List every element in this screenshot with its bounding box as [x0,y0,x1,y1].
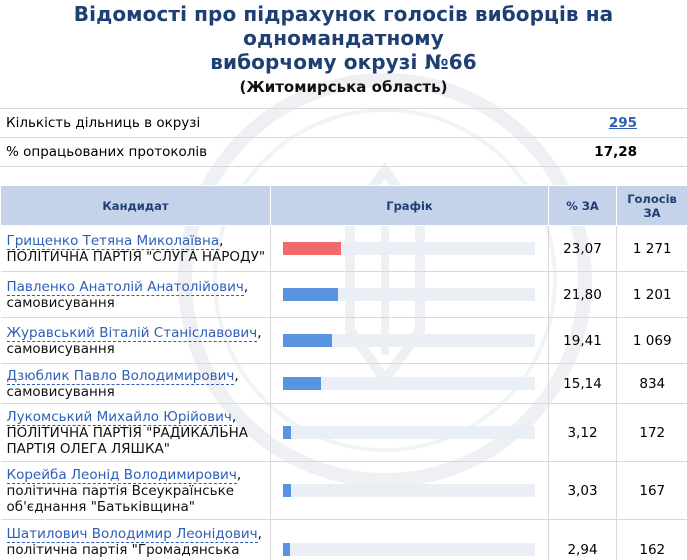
votes-cell: 172 [616,403,687,462]
graph-cell [270,271,549,318]
vote-bar [283,288,338,301]
candidate-party: політична партія Всеукраїнське об'єднанн… [6,482,235,515]
page-title: Відомості про підрахунок голосів виборці… [0,0,687,74]
vote-bar-track [283,543,535,556]
candidate-party: ПОЛІТИЧНА ПАРТІЯ "СЛУГА НАРОДУ" [6,248,266,265]
vote-bar [283,334,332,347]
percent-cell: 19,41 [548,317,617,364]
stations-value: 295 [547,115,687,131]
vote-bar [283,242,341,255]
table-row: Корейба Леонід Володимирович, політична п… [0,461,687,520]
percent-cell: 23,07 [548,225,617,272]
region-subtitle: (Житомирська область) [239,78,448,96]
votes-cell: 1 069 [616,317,687,364]
percent-cell: 2,94 [548,519,617,560]
candidate-party: самовисування [6,294,115,311]
vote-bar [283,484,291,497]
candidate-name-link[interactable]: Шатилович Володимир Леонідович [6,525,258,543]
vote-bar-track [283,377,535,390]
vote-bar [283,426,291,439]
percent-cell: 21,80 [548,271,617,318]
stations-link[interactable]: 295 [609,115,637,131]
title-line-1: Відомості про підрахунок голосів виборці… [73,2,614,50]
candidate-name-link[interactable]: Дзюблик Павло Володимирович [6,367,235,385]
results-table: Кандидат Графік % ЗА Голосів ЗА Грищенко… [0,185,687,560]
candidate-name-link[interactable]: Павленко Анатолій Анатолійович [6,278,244,296]
candidate-party: політична партія "Громадянська позиція" [6,541,240,560]
candidate-cell: Грищенко Тетяна Миколаївна, ПОЛІТИЧНА ПАР… [0,225,271,272]
table-row: Грищенко Тетяна Миколаївна, ПОЛІТИЧНА ПАР… [0,225,687,272]
candidate-name-link[interactable]: Корейба Леонід Володимирович [6,466,237,484]
vote-bar-track [283,426,535,439]
votes-cell: 167 [616,461,687,520]
vote-bar [283,543,290,556]
percent-cell: 15,14 [548,363,617,404]
table-row: Павленко Анатолій Анатолійович, самовисув… [0,271,687,318]
protocols-value: 17,28 [594,144,637,160]
candidate-cell: Журавський Віталій Станіславович, самовис… [0,317,271,364]
votes-header-line-1: Голосів [627,191,677,206]
candidate-party: ПОЛІТИЧНА ПАРТІЯ "РАДИКАЛЬНА ПАРТІЯ ОЛЕГ… [6,424,248,457]
candidate-cell: Павленко Анатолій Анатолійович, самовисув… [0,271,271,318]
percent-cell: 3,03 [548,461,617,520]
candidate-party: самовисування [6,340,115,357]
vote-bar-track [283,288,535,301]
votes-cell: 1 271 [616,225,687,272]
table-row: Дзюблик Павло Володимирович, самовисуванн… [0,363,687,404]
column-header-percent: % ЗА [548,185,617,226]
stations-label: Кількість дільниць в окрузі [6,115,201,131]
results-body: Грищенко Тетяна Миколаївна, ПОЛІТИЧНА ПАР… [0,225,687,560]
protocols-label: % опрацьованих протоколів [6,144,208,160]
protocols-row: % опрацьованих протоколів 17,28 [0,138,687,167]
candidate-cell: Дзюблик Павло Володимирович, самовисуванн… [0,363,271,404]
votes-cell: 162 [616,519,687,560]
table-row: Лукомський Михайло Юрійович, ПОЛІТИЧНА ПА… [0,403,687,462]
graph-cell [270,403,549,462]
table-row: Журавський Віталій Станіславович, самовис… [0,317,687,364]
vote-bar-track [283,242,535,255]
vote-bar-track [283,484,535,497]
column-header-candidate: Кандидат [0,185,271,226]
candidate-cell: Шатилович Володимир Леонідович, політична… [0,519,271,560]
votes-cell: 1 201 [616,271,687,318]
vote-bar-track [283,334,535,347]
candidate-cell: Лукомський Михайло Юрійович, ПОЛІТИЧНА ПА… [0,403,271,462]
column-header-votes: Голосів ЗА [616,185,687,226]
results-header-row: Кандидат Графік % ЗА Голосів ЗА [0,185,687,226]
graph-cell [270,461,549,520]
graph-cell [270,225,549,272]
graph-cell [270,317,549,364]
candidate-name-link[interactable]: Лукомський Михайло Юрійович [6,408,232,426]
stations-row: Кількість дільниць в окрузі 295 [0,109,687,138]
graph-cell [270,519,549,560]
column-header-graph: Графік [270,185,549,226]
candidate-cell: Корейба Леонід Володимирович, політична п… [0,461,271,520]
vote-bar [283,377,321,390]
table-row: Шатилович Володимир Леонідович, політична… [0,519,687,560]
graph-cell [270,363,549,404]
title-line-2: виборчому окрузі №66 [210,50,477,74]
candidate-name-link[interactable]: Грищенко Тетяна Миколаївна [6,232,220,250]
page: Відомості про підрахунок голосів виборці… [0,0,687,560]
votes-cell: 834 [616,363,687,404]
summary-table: Кількість дільниць в окрузі 295 % опраць… [0,108,687,167]
candidate-party: самовисування [6,383,115,400]
candidate-name-link[interactable]: Журавський Віталій Станіславович [6,324,258,342]
percent-cell: 3,12 [548,403,617,462]
votes-header-line-2: ЗА [643,205,661,220]
